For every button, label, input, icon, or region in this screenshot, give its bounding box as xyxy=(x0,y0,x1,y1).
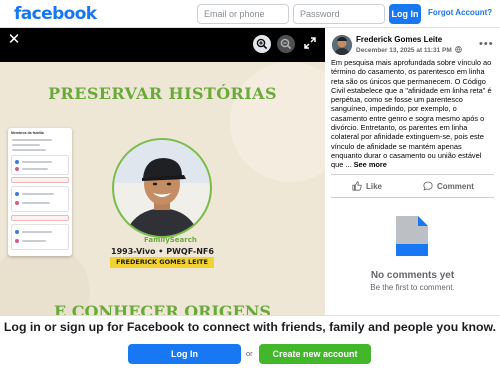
familysearch-logo: FamilySearch xyxy=(144,236,197,244)
password-field[interactable] xyxy=(293,4,385,24)
divider xyxy=(331,197,494,198)
or-separator: or xyxy=(246,349,253,358)
card-line xyxy=(22,231,52,233)
person-dot xyxy=(15,167,19,171)
card-section xyxy=(11,186,69,212)
card-title: Membros da família xyxy=(11,131,44,135)
card-line xyxy=(22,161,52,163)
page: facebook Log In Forgot Account? PRESERVA… xyxy=(0,0,500,375)
forgot-account-link[interactable]: Forgot Account? xyxy=(428,8,492,17)
card-highlight xyxy=(11,215,69,221)
divider xyxy=(331,174,494,175)
globe-icon xyxy=(454,46,462,53)
post-text: Em pesquisa mais aprofundada sobre víncu… xyxy=(331,58,494,170)
card-line xyxy=(22,193,54,195)
like-label: Like xyxy=(366,181,383,191)
person-dot xyxy=(15,192,19,196)
document-icon xyxy=(396,216,428,256)
zoom-out-icon[interactable] xyxy=(277,35,295,53)
card-line xyxy=(12,144,40,146)
post-body: Em pesquisa mais aprofundada sobre víncu… xyxy=(331,58,492,170)
photo-title: PRESERVAR HISTÓRIAS xyxy=(48,84,277,103)
post-date-text[interactable]: December 13, 2025 at 11:31 PM xyxy=(356,47,452,54)
close-icon[interactable]: ✕ xyxy=(6,32,22,48)
zoom-in-icon[interactable] xyxy=(253,35,271,53)
create-account-button[interactable]: Create new account xyxy=(259,344,371,364)
name-banner: FREDERICK GOMES LEITE xyxy=(110,257,214,268)
banner-login-button[interactable]: Log In xyxy=(128,344,241,364)
card-line xyxy=(22,202,50,204)
card-line xyxy=(22,240,46,242)
thumbs-up-icon xyxy=(352,181,362,191)
top-login-button[interactable]: Log In xyxy=(389,4,421,24)
post-photo[interactable]: PRESERVAR HISTÓRIAS Membros da família F… xyxy=(0,62,325,315)
portrait-illustration xyxy=(114,140,210,236)
post-date[interactable]: December 13, 2025 at 11:31 PM xyxy=(356,46,462,54)
facebook-logo[interactable]: facebook xyxy=(14,4,97,24)
comment-button[interactable]: Comment xyxy=(423,177,474,195)
expand-icon[interactable] xyxy=(303,36,317,50)
card-line xyxy=(22,168,48,170)
photo-bottom-text: E CONHECER ORIGENS xyxy=(54,302,271,315)
person-id-text: 1993-Vivo • PWQF-NF6 xyxy=(111,247,214,256)
person-dot xyxy=(15,230,19,234)
person-dot xyxy=(15,239,19,243)
no-comments-title: No comments yet xyxy=(370,270,455,281)
post-author[interactable]: Frederick Gomes Leite xyxy=(356,35,442,44)
more-icon[interactable]: ••• xyxy=(479,39,494,50)
avatar[interactable] xyxy=(332,35,352,55)
photo-viewer: PRESERVAR HISTÓRIAS Membros da família F… xyxy=(0,28,325,315)
portrait-photo xyxy=(112,138,212,238)
signup-banner-text: Log in or sign up for Facebook to connec… xyxy=(3,320,497,334)
card-line xyxy=(12,149,46,151)
comment-label: Comment xyxy=(437,181,474,191)
post-panel: Frederick Gomes Leite December 13, 2025 … xyxy=(325,28,500,315)
no-comments-subtitle: Be the first to comment. xyxy=(370,283,455,292)
signup-banner: Log in or sign up for Facebook to connec… xyxy=(0,315,500,375)
see-more-link[interactable]: See more xyxy=(354,160,387,169)
like-button[interactable]: Like xyxy=(352,177,382,195)
family-members-card: Membros da família xyxy=(8,128,72,256)
top-navigation-bar: facebook Log In Forgot Account? xyxy=(0,0,500,28)
card-highlight xyxy=(11,177,69,183)
person-dot xyxy=(15,201,19,205)
card-section xyxy=(11,155,69,175)
person-dot xyxy=(15,160,19,164)
comment-icon xyxy=(423,181,433,191)
email-field[interactable] xyxy=(197,4,289,24)
card-line xyxy=(12,139,52,141)
